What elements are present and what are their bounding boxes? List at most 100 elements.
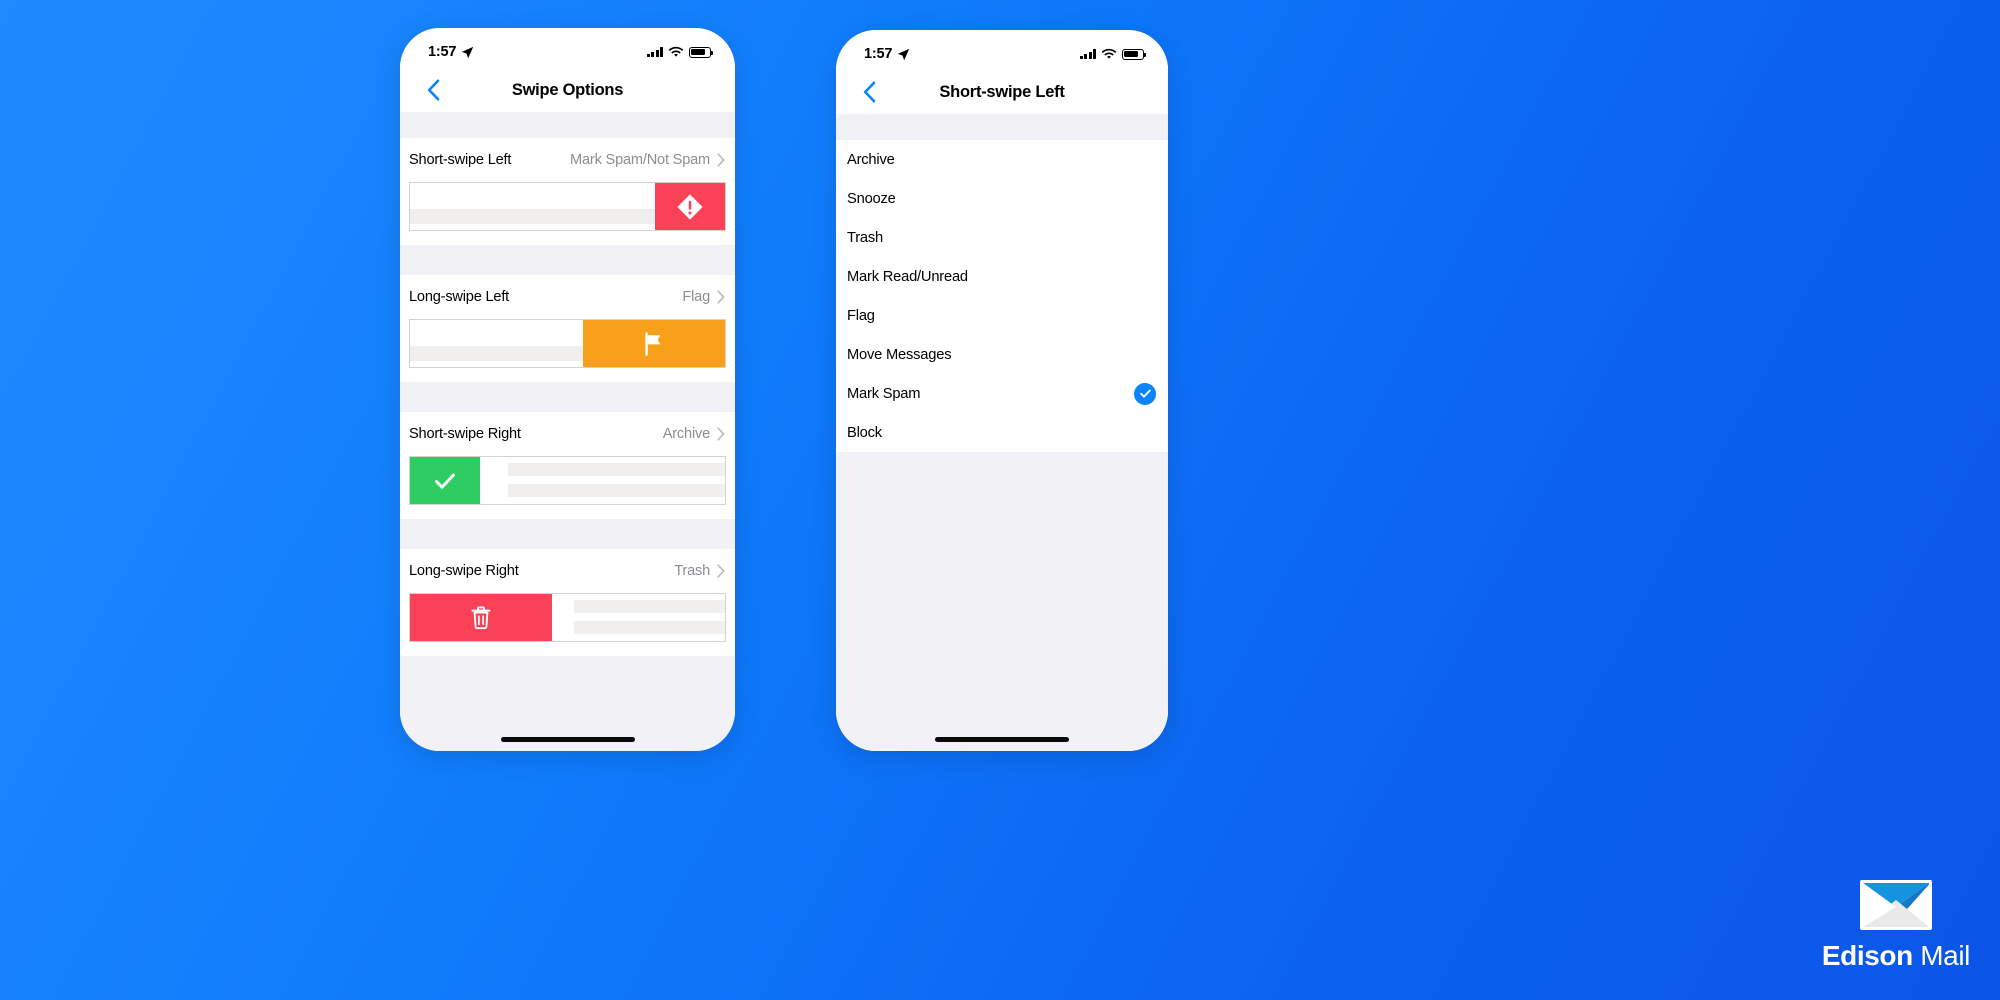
choice-flag[interactable]: Flag [836, 296, 1168, 335]
option-short-swipe-left[interactable]: Short-swipe Left Mark Spam/Not Spam [400, 138, 735, 245]
section-gap [400, 112, 735, 138]
option-value-group: Trash [674, 563, 725, 579]
action-trash [410, 594, 552, 641]
brand-name-bold: Edison [1821, 940, 1913, 971]
option-short-swipe-right[interactable]: Short-swipe Right Archive [400, 412, 735, 519]
option-header[interactable]: Short-swipe Left Mark Spam/Not Spam [400, 138, 735, 182]
page-title: Swipe Options [511, 80, 624, 99]
app-background: 1:57 Swipe Options Short-swipe Left Mark… [0, 0, 2000, 1000]
skeleton-bar [410, 209, 655, 224]
status-bar-right-group [1079, 48, 1147, 60]
choice-label: Block [847, 424, 882, 441]
action-archive [410, 457, 480, 504]
option-value: Trash [674, 563, 710, 579]
choice-label: Mark Spam [847, 385, 921, 402]
status-time: 1:57 [428, 44, 457, 60]
option-title: Short-swipe Left [409, 152, 512, 168]
status-time: 1:57 [864, 46, 893, 62]
action-flag [583, 320, 725, 367]
phone-left-swipe-options: 1:57 Swipe Options Short-swipe Left Mark… [400, 28, 735, 751]
swipe-action-choice-list[interactable]: Archive Snooze Trash Mark Read/Unread Fl… [836, 140, 1168, 452]
choice-archive[interactable]: Archive [836, 140, 1168, 179]
phone-right-short-swipe-left: 1:57 Short-swipe Left Archive Snooze Tra… [836, 30, 1168, 751]
choice-label: Mark Read/Unread [847, 268, 968, 285]
cellular-bars-icon [646, 47, 663, 57]
skeleton-bar [508, 484, 725, 497]
option-preview-wrapper [400, 319, 735, 382]
option-preview-wrapper [400, 182, 735, 245]
checkmark-icon [435, 473, 455, 489]
choice-label: Trash [847, 229, 883, 246]
option-long-swipe-right[interactable]: Long-swipe Right Trash [400, 549, 735, 656]
nav-bar-right: Short-swipe Left [836, 70, 1168, 114]
status-bar-right-group [646, 46, 714, 58]
home-indicator [935, 737, 1069, 742]
option-value-group: Archive [663, 426, 725, 442]
option-value: Mark Spam/Not Spam [570, 152, 710, 168]
option-title: Long-swipe Right [409, 563, 519, 579]
section-gap [836, 114, 1168, 140]
mail-row-skeleton [480, 457, 725, 504]
skeleton-bar [574, 621, 725, 634]
skeleton-bar [410, 346, 583, 361]
screen-swipe-options: 1:57 Swipe Options Short-swipe Left Mark… [400, 28, 735, 751]
swipe-preview-row [409, 319, 726, 368]
option-long-swipe-left[interactable]: Long-swipe Left Flag [400, 275, 735, 382]
nav-bar-left: Swipe Options [400, 68, 735, 112]
location-arrow-icon [898, 48, 910, 60]
choice-block[interactable]: Block [836, 413, 1168, 452]
skeleton-bar [574, 600, 725, 613]
chevron-left-icon [863, 81, 875, 103]
mail-row-skeleton [410, 320, 583, 367]
cellular-bars-icon [1079, 49, 1096, 59]
option-header[interactable]: Short-swipe Right Archive [400, 412, 735, 456]
action-mark-spam [655, 183, 725, 230]
back-button[interactable] [852, 75, 886, 109]
edison-mail-brand: Edison Mail [1822, 876, 1970, 972]
choice-mark-spam[interactable]: Mark Spam [836, 374, 1168, 413]
trash-icon [471, 605, 491, 629]
swipe-options-list[interactable]: Short-swipe Left Mark Spam/Not Spam Long… [400, 112, 735, 751]
checkmark-glyph-icon [1139, 389, 1151, 398]
skeleton-bar [508, 463, 725, 476]
chevron-right-icon [717, 153, 725, 167]
battery-icon [689, 46, 714, 58]
brand-wordmark: Edison Mail [1822, 940, 1970, 972]
choice-mark-read-unread[interactable]: Mark Read/Unread [836, 257, 1168, 296]
back-button[interactable] [416, 73, 450, 107]
brand-name-light: Mail [1920, 940, 1970, 971]
chevron-right-icon [717, 427, 725, 441]
choice-move-messages[interactable]: Move Messages [836, 335, 1168, 374]
status-bar-left: 1:57 [400, 28, 735, 68]
screen-short-swipe-left: 1:57 Short-swipe Left Archive Snooze Tra… [836, 30, 1168, 751]
choice-label: Flag [847, 307, 875, 324]
option-header[interactable]: Long-swipe Left Flag [400, 275, 735, 319]
check-circle-icon [1134, 382, 1156, 405]
option-value: Flag [682, 289, 710, 305]
mail-row-skeleton [552, 594, 725, 641]
section-gap [400, 382, 735, 412]
option-value-group: Mark Spam/Not Spam [570, 152, 725, 168]
option-preview-wrapper [400, 593, 735, 656]
status-bar-left-group: 1:57 [428, 44, 474, 60]
status-bar-left-group: 1:57 [864, 46, 910, 62]
envelope-icon [1859, 880, 1932, 930]
option-title: Short-swipe Right [409, 426, 521, 442]
choice-label: Archive [847, 151, 895, 168]
mail-row-skeleton [410, 183, 655, 230]
choice-list-body[interactable]: Archive Snooze Trash Mark Read/Unread Fl… [836, 114, 1168, 751]
chevron-right-icon [717, 290, 725, 304]
option-preview-wrapper [400, 456, 735, 519]
option-value-group: Flag [682, 289, 725, 305]
spam-exclamation-icon [677, 193, 703, 220]
status-bar-right: 1:57 [836, 30, 1168, 70]
option-header[interactable]: Long-swipe Right Trash [400, 549, 735, 593]
flag-icon [645, 331, 661, 356]
battery-icon [1122, 48, 1147, 60]
swipe-preview-row [409, 456, 726, 505]
option-value: Archive [662, 426, 710, 442]
choice-trash[interactable]: Trash [836, 218, 1168, 257]
section-gap [400, 245, 735, 275]
choice-snooze[interactable]: Snooze [836, 179, 1168, 218]
choice-label: Move Messages [847, 346, 952, 363]
